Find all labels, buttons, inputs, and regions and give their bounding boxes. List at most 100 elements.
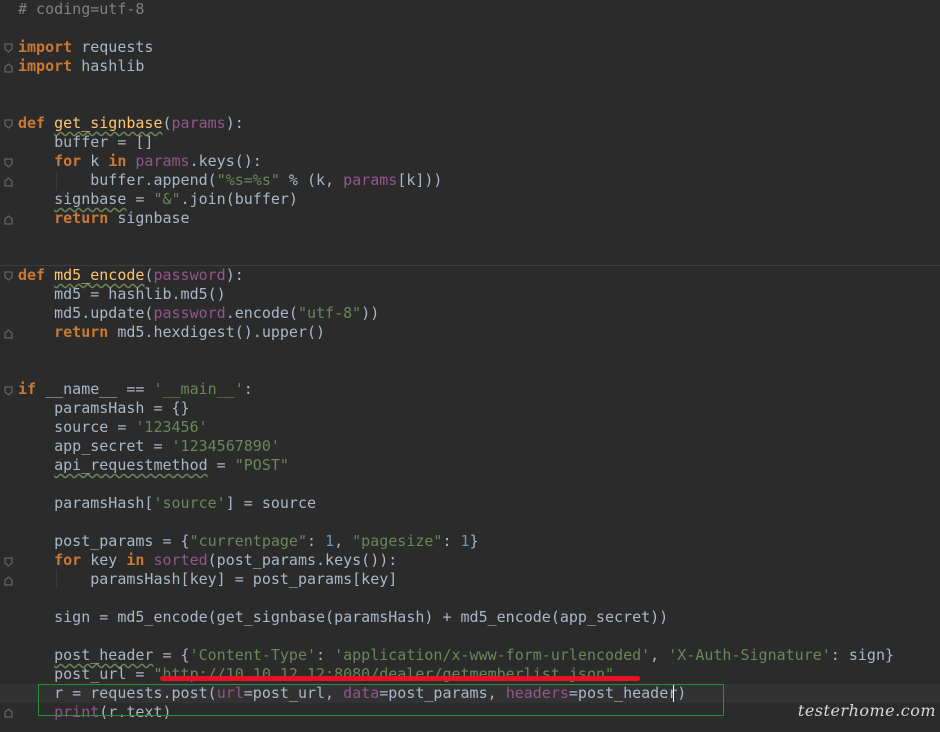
code-text: : [316, 646, 335, 664]
code-text: = [126, 190, 154, 208]
keyword: import [18, 38, 73, 56]
code-text: .encode( [225, 304, 298, 322]
code-text: : [307, 532, 326, 550]
function-name: md5_encode [54, 266, 145, 284]
code-line-1[interactable]: # coding=utf-8 [18, 0, 144, 19]
code-text: md5.update( [18, 304, 154, 322]
code-text: key [81, 551, 127, 569]
code-text: ): [225, 114, 244, 132]
code-text: __name__ == [36, 380, 154, 398]
code-text: : sign} [830, 646, 895, 664]
fold-icon[interactable] [4, 177, 13, 187]
code-line-21[interactable]: if __name__ == '__main__': [18, 380, 253, 399]
code-text: .keys(): [189, 152, 262, 170]
parameter: password [153, 304, 226, 322]
code-text: paramsHash = {} [18, 399, 190, 417]
code-line-23[interactable]: source = '123456' [18, 418, 208, 437]
code-text: = [207, 456, 235, 474]
code-text: requests [72, 38, 154, 56]
comment: # coding=utf-8 [18, 0, 145, 18]
variable-name: post_header [54, 646, 154, 664]
code-line-15[interactable]: def md5_encode(password): [18, 266, 244, 285]
code-line-16[interactable]: md5 = hashlib.md5() [18, 285, 226, 304]
code-text: k [81, 152, 109, 170]
code-editor[interactable]: # coding=utf-8 import requests import ha… [0, 0, 940, 732]
code-text: buffer = [] [18, 133, 154, 151]
code-text: = { [153, 646, 190, 664]
redaction-mark [160, 676, 640, 681]
parameter: params [343, 171, 398, 189]
code-line-12[interactable]: return signbase [18, 209, 190, 228]
code-line-10[interactable]: buffer.append("%s=%s" % (k, params[k])) [18, 171, 442, 190]
variable-name: signbase [54, 190, 127, 208]
keyword: return [54, 323, 109, 341]
code-text: % (k, [279, 171, 344, 189]
code-text: [k])) [397, 171, 443, 189]
code-line-30[interactable]: for key in sorted(post_params.keys()): [18, 551, 397, 570]
string-literal: 'source' [153, 494, 226, 512]
code-line-11[interactable]: signbase = "&".join(buffer) [18, 190, 298, 209]
code-line-31[interactable]: paramsHash[key] = post_params[key] [18, 570, 397, 589]
fold-icon[interactable] [4, 119, 13, 129]
string-literal: "&" [153, 190, 181, 208]
parameter: password [153, 266, 226, 284]
code-text: (post_params.keys()): [207, 551, 398, 569]
code-text: app_secret = [18, 437, 172, 455]
code-line-18[interactable]: return md5.hexdigest().upper() [18, 323, 325, 342]
fold-icon[interactable] [4, 386, 13, 396]
fold-icon[interactable] [4, 557, 13, 567]
parameter: params [135, 152, 190, 170]
keyword: in [108, 152, 127, 170]
code-line-36[interactable]: post_url = "http://10.10.12.12:8080/deal… [18, 665, 614, 684]
code-line-3[interactable]: import requests [18, 38, 153, 57]
code-text: : [243, 380, 253, 398]
fold-icon[interactable] [4, 43, 13, 53]
code-text: ): [225, 266, 244, 284]
keyword: if [18, 380, 37, 398]
parameter: params [171, 114, 226, 132]
code-line-24[interactable]: app_secret = '1234567890' [18, 437, 280, 456]
function-name: get_signbase [54, 114, 163, 132]
code-line-7[interactable]: def get_signbase(params): [18, 114, 244, 133]
code-line-4[interactable]: import hashlib [18, 57, 144, 76]
keyword: def [18, 114, 46, 132]
code-line-35[interactable]: post_header = {'Content-Type': 'applicat… [18, 646, 894, 665]
string-literal: '__main__' [153, 380, 244, 398]
keyword: for [54, 551, 82, 569]
code-line-17[interactable]: md5.update(password.encode("utf-8")) [18, 304, 379, 323]
code-text: signbase [108, 209, 190, 227]
keyword: def [18, 266, 46, 284]
code-text: paramsHash[ [18, 494, 154, 512]
string-literal: 'Content-Type' [189, 646, 317, 664]
code-text: post_params = { [18, 532, 190, 550]
highlight-box [38, 684, 724, 716]
code-line-29[interactable]: post_params = {"currentpage": 1, "pagesi… [18, 532, 478, 551]
code-line-22[interactable]: paramsHash = {} [18, 399, 190, 418]
watermark-logo: testerhome.com [797, 701, 936, 720]
string-literal: '1234567890' [171, 437, 280, 455]
code-text: paramsHash[key] = post_params[key] [18, 570, 398, 588]
fold-icon[interactable] [4, 271, 13, 281]
code-text: md5 = hashlib.md5() [18, 285, 226, 303]
fold-icon[interactable] [4, 215, 13, 225]
fold-icon[interactable] [4, 708, 13, 718]
code-line-27[interactable]: paramsHash['source'] = source [18, 494, 316, 513]
code-line-33[interactable]: sign = md5_encode(get_signbase(paramsHas… [18, 608, 668, 627]
code-line-8[interactable]: buffer = [] [18, 133, 153, 152]
string-literal: 'application/x-www-form-urlencoded' [334, 646, 651, 664]
code-text: buffer.append( [18, 171, 217, 189]
fold-icon[interactable] [4, 329, 13, 339]
number-literal: 1 [460, 532, 470, 550]
code-line-9[interactable]: for k in params.keys(): [18, 152, 262, 171]
fold-icon[interactable] [4, 576, 13, 586]
code-text: post_url = [18, 665, 154, 683]
code-text: : [442, 532, 461, 550]
string-literal: "currentpage" [189, 532, 307, 550]
string-literal: 'X-Auth-Signature' [668, 646, 831, 664]
string-literal: "pagesize" [352, 532, 443, 550]
keyword: for [54, 152, 82, 170]
code-line-25[interactable]: api_requestmethod = "POST" [18, 456, 289, 475]
fold-icon[interactable] [4, 63, 13, 73]
fold-icon[interactable] [4, 158, 13, 168]
string-literal: '123456' [135, 418, 208, 436]
